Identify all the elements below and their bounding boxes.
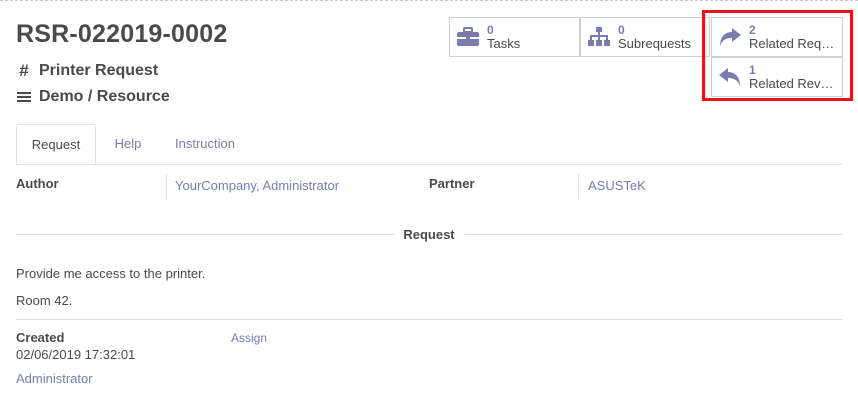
partner-value[interactable]: ASUSTeK [588,178,646,193]
request-type: # Printer Request [16,61,158,81]
partner-divider [578,174,579,200]
author-label: Author [16,176,59,191]
tab-request[interactable]: Request [16,124,96,164]
hash-icon: # [19,61,29,80]
tab-instruction[interactable]: Instruction [162,124,248,163]
created-by-link[interactable]: Administrator [16,371,93,386]
footer-divider [16,319,842,320]
request-category: Demo / Resource [16,88,170,106]
notebook-tabs: Request Help Instruction [16,124,842,165]
assign-link[interactable]: Assign [231,331,267,345]
request-line-2: Room 42. [16,293,73,308]
author-value[interactable]: YourCompany, Administrator [175,178,339,193]
briefcase-icon [456,27,480,47]
partner-label: Partner [429,176,475,191]
record-title: RSR-022019-0002 [16,20,228,48]
subrequests-count: 0 [618,23,625,37]
subrequests-stat-button[interactable]: 0 Subrequests [580,17,710,57]
tasks-label: Tasks [487,37,521,51]
created-date: 02/06/2019 17:32:01 [16,347,136,362]
tasks-stat-button[interactable]: 0 Tasks [449,17,580,57]
request-type-label: Printer Request [39,62,159,79]
sitemap-icon [587,27,611,47]
author-divider [166,174,167,200]
request-section-title: Request [403,227,455,242]
top-divider [0,0,858,1]
separator-right [465,234,842,235]
created-label: Created [16,330,65,345]
separator-left [16,234,394,235]
request-category-label: Demo / Resource [39,88,170,105]
subrequests-label: Subrequests [618,37,691,51]
tasks-count: 0 [487,23,494,37]
request-line-1: Provide me access to the printer. [16,266,206,281]
highlight-box [702,10,853,101]
tab-help[interactable]: Help [104,124,152,163]
bars-icon [16,90,32,104]
